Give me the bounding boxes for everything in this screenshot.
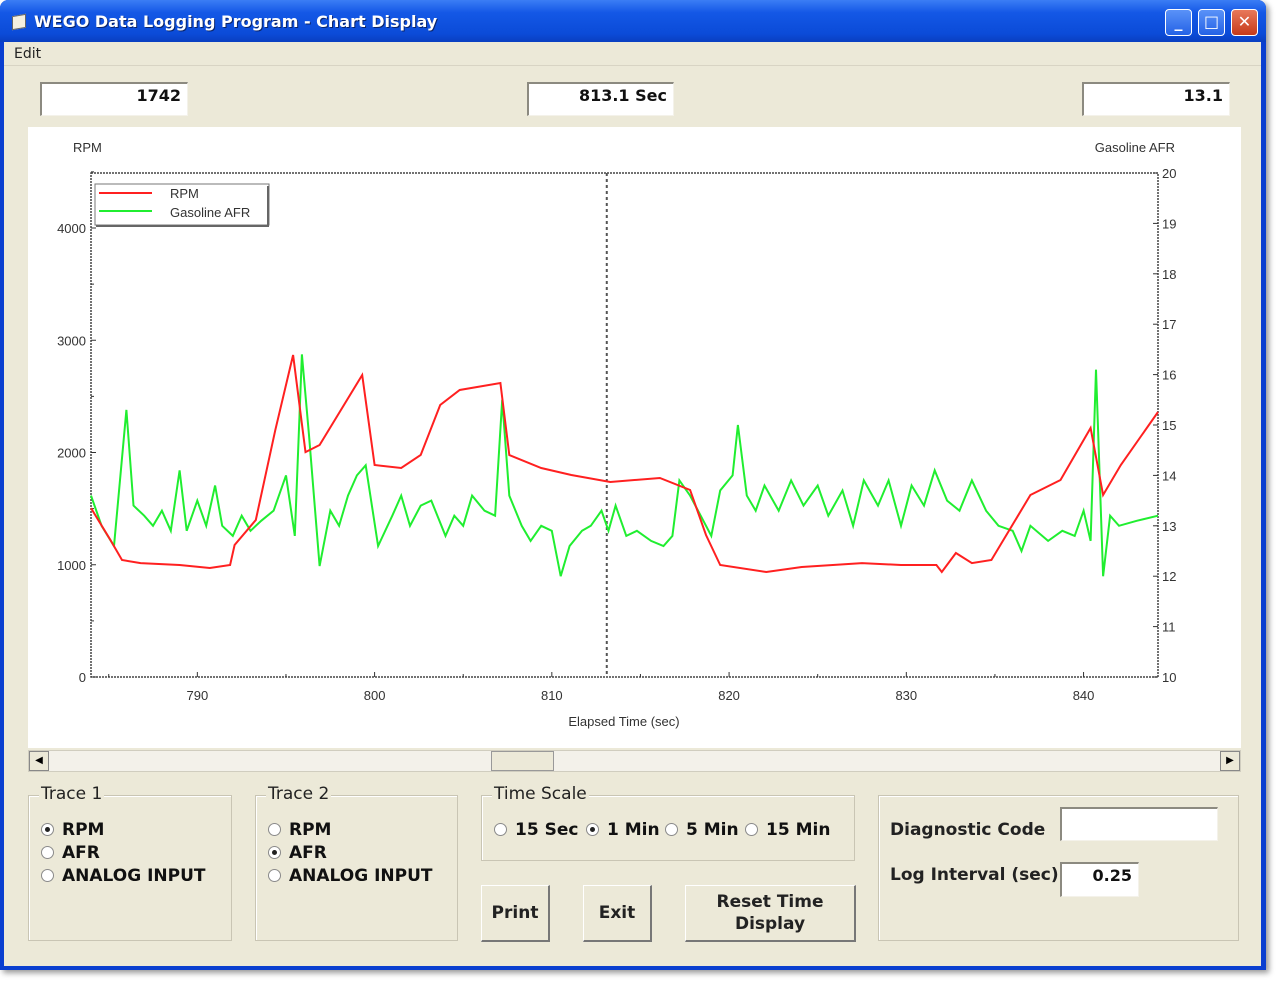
trace1-readout: 1742 xyxy=(40,82,188,116)
y-right-tick-label: 15 xyxy=(1162,418,1176,433)
x-tick-label: 820 xyxy=(718,688,740,703)
y-left-tick-label: 3000 xyxy=(57,333,86,348)
time-scale-1min[interactable]: 1 Min xyxy=(586,820,660,840)
radio-icon xyxy=(41,846,54,859)
trace1-group: Trace 1 RPM AFR ANALOG INPUT xyxy=(28,784,232,941)
radio-label: RPM xyxy=(289,820,332,840)
trace1-radio-afr[interactable]: AFR xyxy=(41,843,100,863)
scroll-thumb[interactable] xyxy=(491,751,554,771)
radio-label: 1 Min xyxy=(607,820,660,840)
radio-label: ANALOG INPUT xyxy=(62,866,206,886)
trace1-radio-rpm[interactable]: RPM xyxy=(41,820,104,840)
x-tick-label: 840 xyxy=(1073,688,1095,703)
y-right-tick-label: 20 xyxy=(1162,166,1176,181)
right-axis-label: Gasoline AFR xyxy=(1095,140,1175,155)
legend-label-rpm: RPM xyxy=(170,186,199,201)
y-right-tick-label: 16 xyxy=(1162,368,1176,383)
exit-button[interactable]: Exit xyxy=(583,885,652,942)
radio-label: 5 Min xyxy=(686,820,739,840)
x-tick-label: 800 xyxy=(364,688,386,703)
y-left-tick-label: 4000 xyxy=(57,221,86,236)
y-left-tick-label: 2000 xyxy=(57,446,86,461)
maximize-button[interactable]: □ xyxy=(1198,9,1225,36)
y-right-tick-label: 10 xyxy=(1162,670,1176,685)
y-left-tick-label: 1000 xyxy=(57,558,86,573)
x-tick-label: 790 xyxy=(186,688,208,703)
time-scale-title: Time Scale xyxy=(492,784,589,804)
app-icon xyxy=(12,13,26,31)
radio-label: ANALOG INPUT xyxy=(289,866,433,886)
time-scale-15sec[interactable]: 15 Sec xyxy=(494,820,578,840)
afr-series-line xyxy=(90,354,1159,577)
title-bar[interactable]: WEGO Data Logging Program - Chart Displa… xyxy=(0,0,1266,42)
x-axis-label: Elapsed Time (sec) xyxy=(568,714,679,729)
log-interval-label: Log Interval (sec) xyxy=(890,865,1059,885)
time-scale-15min[interactable]: 15 Min xyxy=(745,820,830,840)
radio-icon xyxy=(41,869,54,882)
menu-edit[interactable]: Edit xyxy=(14,46,41,62)
trace2-title: Trace 2 xyxy=(266,784,332,804)
radio-icon xyxy=(586,823,599,836)
client-area: Edit 1742 813.1 Sec 13.1 RPM Gasoline AF… xyxy=(4,42,1261,966)
chart-panel: RPM Gasoline AFR Elapsed Time (sec) 790 8… xyxy=(28,127,1241,748)
y-right-tick-label: 14 xyxy=(1162,468,1176,483)
trace2-radio-rpm[interactable]: RPM xyxy=(268,820,331,840)
y-right-tick-label: 18 xyxy=(1162,267,1176,282)
app-window: WEGO Data Logging Program - Chart Displa… xyxy=(0,0,1266,970)
y-right-tick-label: 13 xyxy=(1162,519,1176,534)
rpm-series-line xyxy=(90,354,1159,574)
time-readout: 813.1 Sec xyxy=(527,82,674,116)
scroll-left-button[interactable]: ◀ xyxy=(29,751,49,771)
trace2-group: Trace 2 RPM AFR ANALOG INPUT xyxy=(255,784,458,941)
radio-icon xyxy=(268,846,281,859)
x-tick-label: 830 xyxy=(895,688,917,703)
diagnostic-code-field[interactable] xyxy=(1060,807,1218,841)
close-button[interactable]: ✕ xyxy=(1231,9,1258,36)
trace1-title: Trace 1 xyxy=(39,784,105,804)
radio-icon xyxy=(665,823,678,836)
legend-label-afr: Gasoline AFR xyxy=(170,205,250,220)
radio-label: RPM xyxy=(62,820,105,840)
y-right-tick-label: 19 xyxy=(1162,216,1176,231)
radio-label: 15 Min xyxy=(766,820,831,840)
trace1-radio-analog[interactable]: ANALOG INPUT xyxy=(41,866,206,886)
y-right-tick-label: 11 xyxy=(1162,620,1176,635)
print-button[interactable]: Print xyxy=(481,885,550,942)
time-scale-5min[interactable]: 5 Min xyxy=(665,820,739,840)
window-title: WEGO Data Logging Program - Chart Displa… xyxy=(34,12,438,31)
radio-icon xyxy=(41,823,54,836)
radio-label: 15 Sec xyxy=(515,820,579,840)
chart-legend: RPM Gasoline AFR xyxy=(94,183,270,227)
menu-bar: Edit xyxy=(4,42,1261,66)
time-scale-group: Time Scale 15 Sec 1 Min 5 Min 15 Min xyxy=(481,784,855,861)
y-right-tick-label: 17 xyxy=(1162,317,1176,332)
trace2-radio-analog[interactable]: ANALOG INPUT xyxy=(268,866,433,886)
radio-label: AFR xyxy=(289,843,327,863)
radio-icon xyxy=(268,823,281,836)
time-scrollbar[interactable]: ◀ ▶ xyxy=(28,750,1241,772)
chart: RPM Gasoline AFR Elapsed Time (sec) 790 8… xyxy=(57,140,1176,729)
plot-frame xyxy=(90,172,1159,678)
diagnostic-code-label: Diagnostic Code xyxy=(890,820,1046,840)
radio-icon xyxy=(494,823,507,836)
log-interval-field[interactable]: 0.25 xyxy=(1060,862,1139,897)
radio-icon xyxy=(268,869,281,882)
settings-group: Diagnostic Code Log Interval (sec) 0.25 xyxy=(878,795,1239,941)
radio-label: AFR xyxy=(62,843,100,863)
trace2-readout: 13.1 xyxy=(1082,82,1230,116)
y-right-tick-label: 12 xyxy=(1162,569,1176,584)
radio-icon xyxy=(745,823,758,836)
reset-time-display-button[interactable]: Reset Time Display xyxy=(685,885,856,942)
left-axis-label: RPM xyxy=(73,140,102,155)
trace2-radio-afr[interactable]: AFR xyxy=(268,843,327,863)
y-left-tick-label: 0 xyxy=(79,670,86,685)
minimize-button[interactable]: _ xyxy=(1165,9,1192,36)
x-tick-label: 810 xyxy=(541,688,563,703)
scroll-right-button[interactable]: ▶ xyxy=(1220,751,1240,771)
